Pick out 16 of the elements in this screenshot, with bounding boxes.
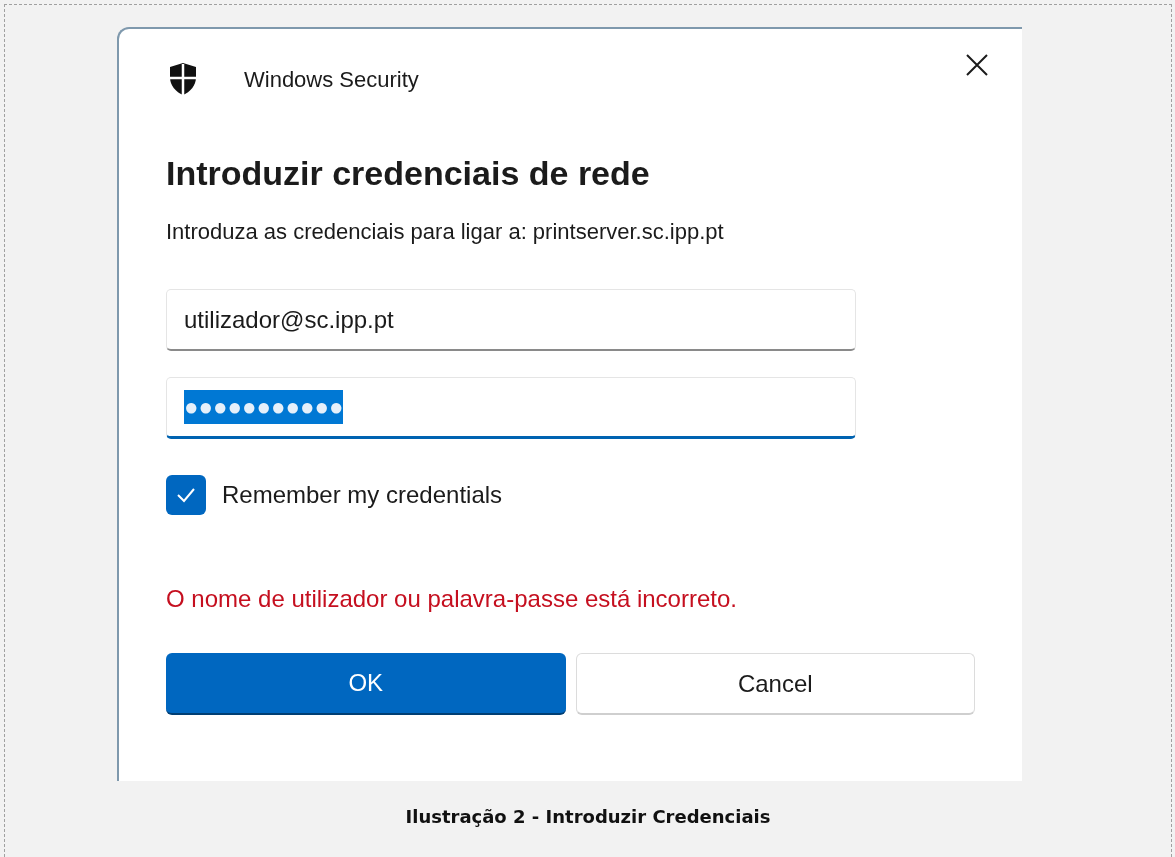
figure-caption: Ilustração 2 - Introduzir Credenciais xyxy=(405,805,771,829)
field-value: ●●●●●●●●●●● xyxy=(184,390,344,424)
dialog-heading: Introduzir credenciais de rede xyxy=(166,153,651,194)
window-title: Windows Security xyxy=(244,65,419,94)
checkbox[interactable] xyxy=(166,475,206,515)
error-message: O nome de utilizador ou palavra-passe está incorreto. xyxy=(166,584,738,614)
input-field[interactable]: utilizador@sc.ipp.pt xyxy=(166,289,856,351)
check-icon xyxy=(176,487,196,503)
field-value: utilizador@sc.ipp.pt xyxy=(184,304,394,335)
input-field[interactable]: ●●●●●●●●●●● xyxy=(166,377,856,439)
cancel-button[interactable]: Cancel xyxy=(575,653,975,715)
ok-button[interactable]: OK xyxy=(166,653,566,715)
checkbox-label: Remember my credentials xyxy=(222,480,503,510)
close-icon xyxy=(966,54,988,76)
dialog-message: Introduza as credenciais para ligar a: printserver.sc.ipp.pt xyxy=(166,218,725,246)
shield-icon xyxy=(168,62,198,96)
